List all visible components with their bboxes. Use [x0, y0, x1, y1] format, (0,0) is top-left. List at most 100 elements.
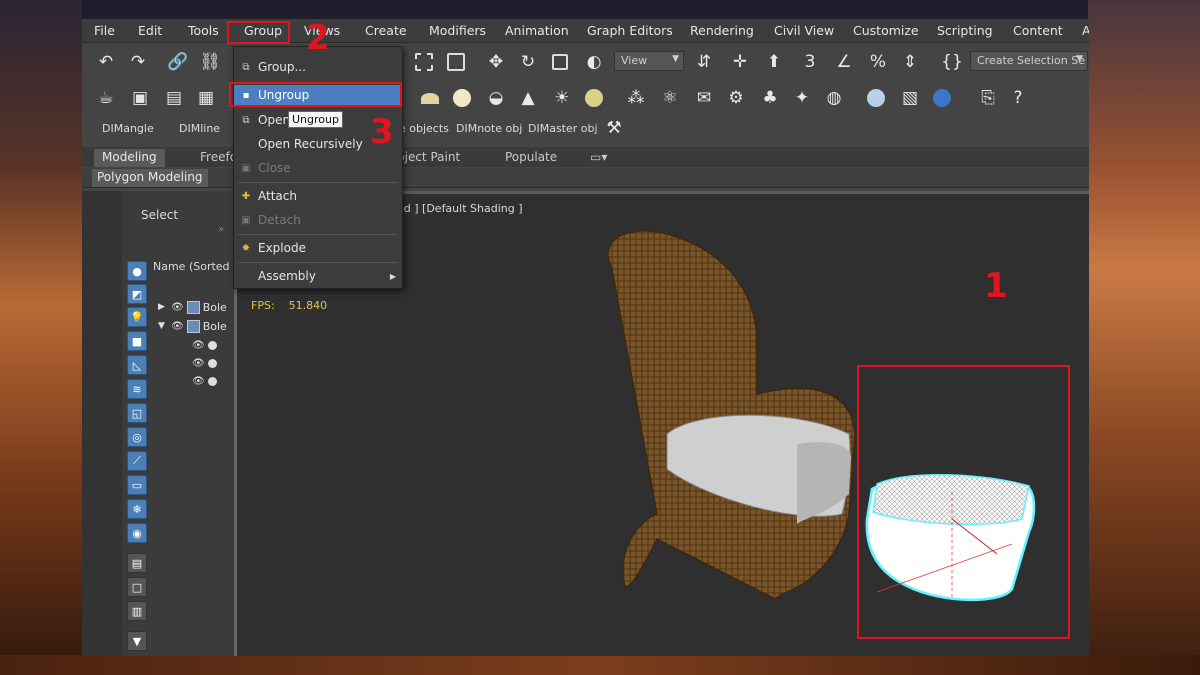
- filter-containers-icon[interactable]: ▭: [127, 475, 147, 495]
- keyboard-shortcut-icon[interactable]: ⬆: [762, 50, 786, 74]
- eye-icon[interactable]: 👁: [171, 321, 184, 332]
- filter-bones-icon[interactable]: ⟋: [127, 451, 147, 471]
- collapse-arrow-icon[interactable]: ▼: [158, 321, 168, 331]
- material-icon[interactable]: [930, 86, 954, 110]
- tab-modeling[interactable]: Modeling: [94, 149, 165, 167]
- envelope-icon[interactable]: ✉: [692, 86, 716, 110]
- menu-graph-editors[interactable]: Graph Editors: [587, 23, 673, 38]
- scene-explorer-title[interactable]: Select: [141, 208, 178, 222]
- command-dimangle[interactable]: DIMangle: [102, 122, 154, 135]
- eye-icon[interactable]: 👁: [192, 358, 205, 369]
- snaps-toggle-icon[interactable]: 3: [798, 50, 822, 74]
- menu-item-group[interactable]: ⧉ Group...: [234, 57, 402, 79]
- pivot-icon[interactable]: ⇵: [692, 50, 716, 74]
- tree-row[interactable]: ▼ 👁 Bole: [158, 318, 227, 334]
- help-icon[interactable]: ?: [1006, 86, 1030, 110]
- menu-item-close[interactable]: ▣ Close: [234, 158, 402, 180]
- tree-child-row[interactable]: 👁: [192, 373, 217, 389]
- object-properties-icon[interactable]: ▧: [898, 86, 922, 110]
- render-frame-icon[interactable]: ▣: [128, 86, 152, 110]
- edit-named-selection-icon[interactable]: {}: [940, 50, 964, 74]
- filter-hidden-icon[interactable]: ◉: [127, 523, 147, 543]
- hair-fur-icon[interactable]: ✦: [790, 86, 814, 110]
- cone-icon[interactable]: ▲: [516, 86, 540, 110]
- eye-icon[interactable]: 👁: [171, 302, 184, 313]
- filter-groups-icon[interactable]: ◱: [127, 403, 147, 423]
- menu-item-explode[interactable]: ✸ Explode: [234, 238, 402, 260]
- display-none-icon[interactable]: □: [127, 577, 147, 597]
- menu-edit[interactable]: Edit: [138, 23, 162, 38]
- redo-icon[interactable]: ↷: [126, 50, 150, 74]
- menu-animation[interactable]: Animation: [505, 23, 569, 38]
- render-setup-icon[interactable]: ▦: [194, 86, 218, 110]
- eye-icon[interactable]: 👁: [192, 376, 205, 387]
- eye-icon[interactable]: 👁: [192, 340, 205, 351]
- filter-shapes-icon[interactable]: ◩: [127, 284, 147, 304]
- undo-icon[interactable]: ↶: [94, 50, 118, 74]
- sun-icon[interactable]: ☀: [550, 86, 574, 110]
- rotate-icon[interactable]: ↻: [516, 50, 540, 74]
- select-region-icon[interactable]: [412, 50, 436, 74]
- invert-display-icon[interactable]: ▥: [127, 601, 147, 621]
- basket-icon[interactable]: ◒: [484, 86, 508, 110]
- material-editor-icon[interactable]: ▤: [162, 86, 186, 110]
- reference-coordinate-dropdown[interactable]: View ▼: [614, 51, 684, 71]
- window-crossing-icon[interactable]: [444, 50, 468, 74]
- spinner-snap-icon[interactable]: ⇕: [898, 50, 922, 74]
- tree-row[interactable]: ▶ 👁 Bole: [158, 299, 227, 315]
- scale-icon[interactable]: [548, 50, 572, 74]
- teapot-icon[interactable]: ☕: [94, 86, 118, 110]
- filter-frozen-icon[interactable]: ❄: [127, 499, 147, 519]
- tree-child-row[interactable]: 👁: [192, 337, 217, 353]
- filter-xrefs-icon[interactable]: ◎: [127, 427, 147, 447]
- select-manipulate-icon[interactable]: ✛: [728, 50, 752, 74]
- sphere-icon[interactable]: [864, 86, 888, 110]
- wicker-chair[interactable]: [607, 230, 856, 600]
- menu-item-assembly[interactable]: Assembly ▶: [234, 266, 402, 288]
- menu-create[interactable]: Create: [365, 23, 407, 38]
- name-column-header[interactable]: Name (Sorted A: [153, 260, 241, 273]
- particle-icon[interactable]: ⁂: [624, 86, 648, 110]
- place-icon[interactable]: ◐: [582, 50, 606, 74]
- filter-cameras-icon[interactable]: ■: [127, 331, 147, 351]
- texture-icon[interactable]: ◍: [822, 86, 846, 110]
- command-dimaster-obj[interactable]: DIMaster obj: [528, 122, 598, 135]
- menu-scripting[interactable]: Scripting: [937, 23, 993, 38]
- menu-civil-view[interactable]: Civil View: [774, 23, 834, 38]
- menu-rendering[interactable]: Rendering: [690, 23, 754, 38]
- menu-file[interactable]: File: [94, 23, 115, 38]
- tab-populate[interactable]: Populate: [497, 149, 565, 167]
- dome-icon[interactable]: [418, 86, 442, 110]
- grass-icon[interactable]: ♣: [758, 86, 782, 110]
- named-selection-set-dropdown[interactable]: Create Selection Se ▼: [970, 51, 1088, 71]
- filter-helpers-icon[interactable]: ◺: [127, 355, 147, 375]
- filter-geometry-icon[interactable]: ●: [127, 261, 147, 281]
- link-icon[interactable]: 🔗: [166, 50, 190, 74]
- command-dimline[interactable]: DIMline: [179, 122, 220, 135]
- expand-chevron-icon[interactable]: »: [218, 224, 224, 235]
- molecule-icon[interactable]: ⚛: [658, 86, 682, 110]
- filter-lights-icon[interactable]: 💡: [127, 307, 147, 327]
- menu-overflow[interactable]: A: [1082, 23, 1089, 38]
- sky-icon[interactable]: [582, 86, 606, 110]
- angle-snap-icon[interactable]: ∠: [832, 50, 856, 74]
- filter-spacewarps-icon[interactable]: ≋: [127, 379, 147, 399]
- menu-item-attach[interactable]: ✚ Attach: [234, 186, 402, 208]
- funnel-filter-icon[interactable]: ▼: [127, 631, 147, 651]
- percent-snap-icon[interactable]: %: [866, 50, 890, 74]
- move-icon[interactable]: ✥: [484, 50, 508, 74]
- command-dimnote-obj[interactable]: DIMnote obj: [456, 122, 522, 135]
- tree-child-row[interactable]: 👁: [192, 355, 217, 371]
- hammer-icon[interactable]: ⚒: [602, 116, 626, 140]
- display-all-icon[interactable]: ▤: [127, 553, 147, 573]
- export-icon[interactable]: ⎘: [976, 86, 1000, 110]
- menu-customize[interactable]: Customize: [853, 23, 919, 38]
- gear-icon[interactable]: ⚙: [724, 86, 748, 110]
- unlink-icon[interactable]: ⛓: [198, 50, 222, 74]
- sphere-light-icon[interactable]: [450, 86, 474, 110]
- expand-arrow-icon[interactable]: ▶: [158, 302, 168, 312]
- menu-tools[interactable]: Tools: [188, 23, 219, 38]
- polygon-modeling-panel[interactable]: Polygon Modeling: [92, 169, 208, 187]
- menu-modifiers[interactable]: Modifiers: [429, 23, 486, 38]
- menu-content[interactable]: Content: [1013, 23, 1063, 38]
